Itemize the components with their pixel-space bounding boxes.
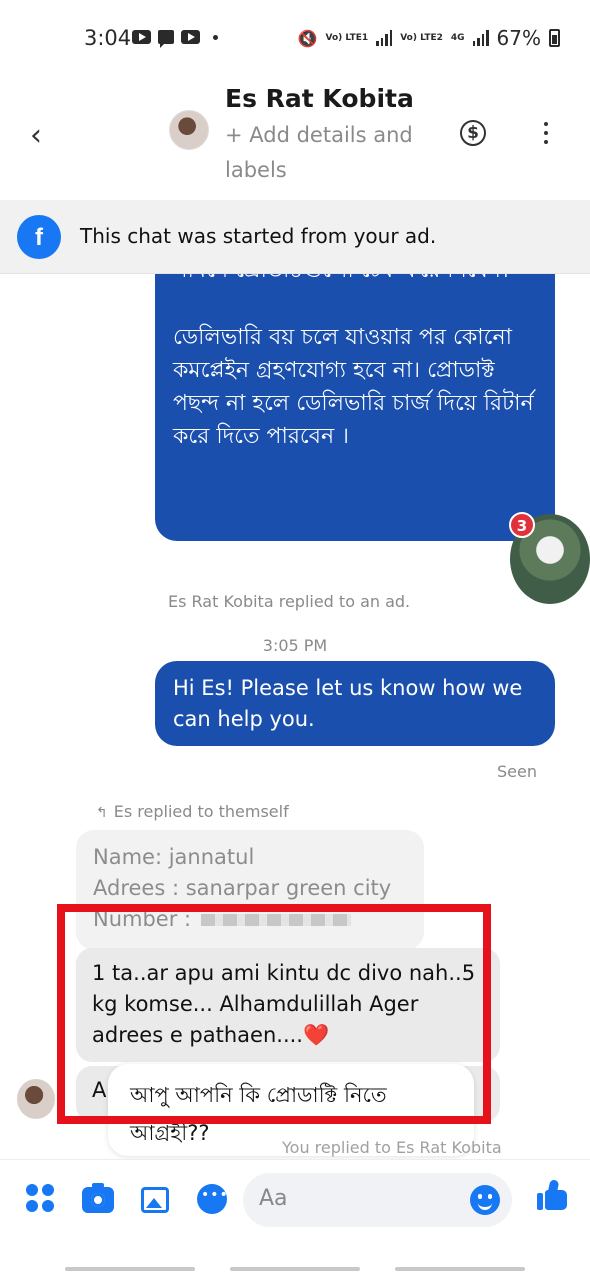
network-lte2: Vo) LTE2 (400, 32, 443, 43)
more-options-icon[interactable] (536, 120, 556, 146)
mute-icon: 🔇 (297, 28, 318, 48)
status-indicators: 🔇 Vo) LTE1 Vo) LTE2 4G 67% (298, 26, 560, 50)
youtube-icon (132, 30, 151, 44)
message-text: Hi Es! Please let us know how we can hel… (173, 676, 523, 731)
ad-origin-text: This chat was started from your ad. (80, 224, 437, 248)
nav-back-button[interactable] (395, 1267, 525, 1271)
contact-avatar-small (17, 1079, 55, 1119)
reply-arrow-icon: ↰ (96, 805, 108, 821)
battery-percent: 67% (496, 26, 541, 50)
nav-recent-button[interactable] (65, 1267, 195, 1271)
highlight-annotation-box (57, 904, 491, 1124)
ad-origin-banner: f This chat was started from your ad. (0, 200, 590, 274)
signal-icon (376, 30, 393, 46)
you-replied-meta: You replied to Es Rat Kobita (282, 1138, 502, 1157)
contact-avatar[interactable] (169, 110, 209, 150)
back-arrow-icon[interactable]: ‹ (30, 118, 42, 153)
network-lte1: Vo) LTE1 (325, 32, 369, 43)
add-details-link[interactable]: + Add details and labels (225, 118, 440, 188)
message-list[interactable]: সামনে প্রোডাক্টগুলো চেক করে নিবেন। ডেলিভ… (0, 274, 590, 1159)
signal-icon (472, 30, 489, 46)
system-nav-bar (0, 1239, 590, 1280)
more-notifications-dot (213, 34, 218, 40)
message-text: ডেলিভারি বয় চলে যাওয়ার পর কোনো কমপ্লেই… (173, 325, 534, 449)
voice-chat-icon[interactable] (197, 1184, 229, 1214)
message-input-placeholder: Aa (259, 1186, 288, 1211)
facebook-icon: f (17, 215, 61, 259)
quoted-line: Name: jannatul (93, 845, 255, 869)
camera-icon[interactable] (82, 1183, 114, 1213)
more-actions-icon[interactable] (26, 1184, 54, 1212)
contact-name[interactable]: Es Rat Kobita (225, 84, 414, 113)
nav-home-button[interactable] (230, 1267, 360, 1271)
gallery-icon[interactable] (141, 1187, 169, 1213)
message-timestamp: 3:05 PM (262, 636, 328, 655)
unread-count-badge: 3 (509, 512, 535, 538)
like-thumbs-up-icon[interactable] (537, 1179, 569, 1212)
emoji-icon[interactable] (470, 1185, 500, 1215)
message-input[interactable]: Aa (243, 1173, 512, 1227)
battery-icon (549, 29, 560, 47)
reply-context: ↰ Es replied to themself (96, 802, 289, 821)
chat-header: ‹ Es Rat Kobita + Add details and labels… (0, 72, 590, 200)
ad-reply-meta: Es Rat Kobita replied to an ad. (168, 592, 411, 611)
payment-dollar-icon[interactable]: $ (460, 120, 486, 146)
message-icon (158, 30, 174, 48)
status-time: 3:04 (84, 26, 132, 50)
outgoing-message-bubble[interactable]: সামনে প্রোডাক্টগুলো চেক করে নিবেন। ডেলিভ… (155, 274, 555, 541)
reply-context-text: Es replied to themself (113, 802, 289, 821)
outgoing-message-bubble[interactable]: Hi Es! Please let us know how we can hel… (155, 661, 555, 746)
youtube-icon (181, 30, 200, 44)
quoted-line: Adrees : sanarpar green city (93, 876, 392, 900)
notification-icons (132, 30, 218, 48)
message-text: সামনে প্রোডাক্টগুলো চেক করে নিবেন। (173, 274, 535, 287)
message-composer: Aa (0, 1159, 590, 1239)
status-bar: 3:04 🔇 Vo) LTE1 Vo) LTE2 4G 67% (0, 0, 590, 72)
seen-status: Seen (497, 762, 537, 781)
network-4g: 4G (450, 32, 465, 43)
